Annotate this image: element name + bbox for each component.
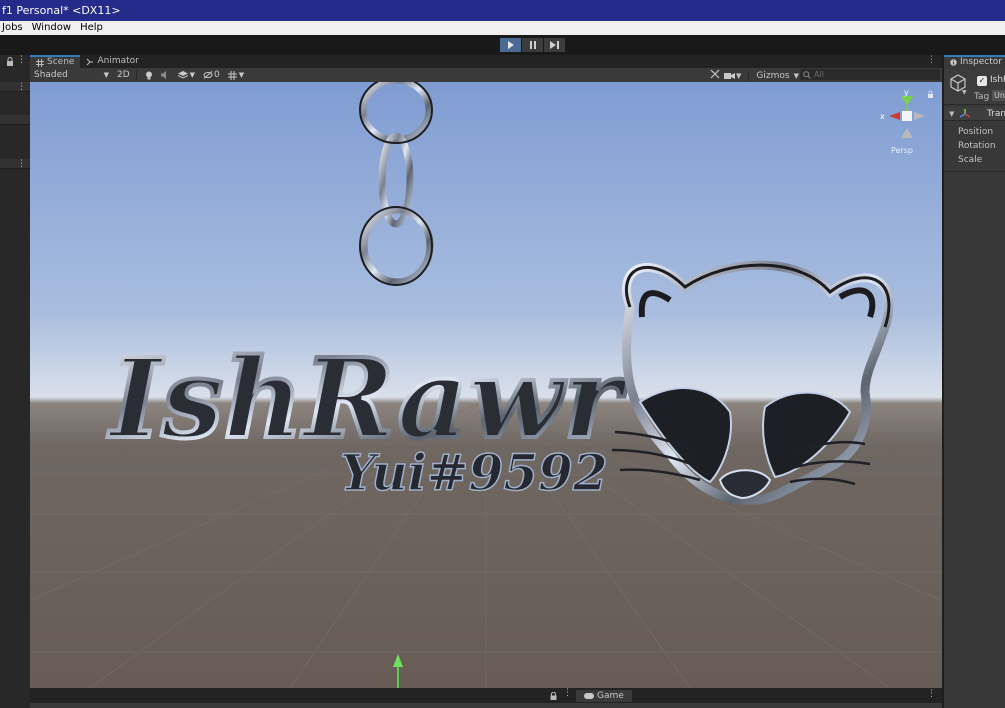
transform-icon	[960, 109, 970, 118]
tab-animator[interactable]: Animator	[80, 55, 144, 68]
tools-icon[interactable]	[710, 69, 720, 82]
lock-icon[interactable]	[550, 690, 557, 703]
play-controls	[500, 38, 565, 52]
grid-icon	[36, 58, 44, 67]
lighting-toggle-button[interactable]	[142, 69, 156, 81]
tag-label: Tag	[974, 92, 990, 102]
tab-animator-label: Animator	[97, 56, 139, 66]
chevron-down-icon: ▼	[793, 71, 799, 80]
camera-icon	[724, 72, 735, 79]
tab-scene-label: Scene	[47, 57, 75, 67]
position-label[interactable]: Position	[958, 127, 993, 137]
scene-tab-bar: Scene Animator ⋮	[30, 55, 942, 68]
tab-inspector[interactable]: Inspector	[944, 55, 1005, 68]
hierarchy-panel: ⋮ ⋮ ⋮	[0, 55, 30, 708]
tab-scene[interactable]: Scene	[30, 55, 81, 68]
chevron-down-icon: ▼	[103, 71, 109, 79]
visibility-toggle-button[interactable]: 0	[200, 69, 223, 81]
inspector-object-header: ▼ ✓ IshR Tag Unt	[944, 69, 1005, 105]
hierarchy-row[interactable]: ⋮	[0, 159, 30, 169]
chevron-down-icon: ▼	[238, 71, 245, 79]
gizmo-x-label: x	[880, 112, 885, 121]
projection-label[interactable]: Persp	[891, 146, 913, 155]
row-menu-icon[interactable]: ⋮	[17, 82, 26, 92]
hierarchy-row[interactable]	[0, 115, 30, 125]
object-name-field[interactable]: IshR	[990, 75, 1005, 85]
grid-icon	[227, 70, 237, 80]
divider	[135, 70, 137, 80]
tab-game-label: Game	[597, 691, 624, 701]
gizmos-label: Gizmos	[756, 70, 790, 81]
bottom-menu-icon[interactable]: ⋮	[563, 688, 572, 698]
hierarchy-row[interactable]: ⋮	[0, 82, 30, 92]
speaker-icon	[160, 71, 166, 79]
toggle-2d-label: 2D	[117, 70, 130, 80]
menu-bar: Jobs Window Help	[0, 21, 1005, 35]
window-title: f1 Personal* <DX11>	[2, 4, 121, 17]
gamepad-icon	[584, 693, 594, 699]
main-toolbar	[0, 35, 1005, 55]
lightbulb-icon	[145, 71, 152, 79]
active-checkbox[interactable]: ✓	[977, 76, 987, 86]
menu-help[interactable]: Help	[77, 21, 109, 35]
scene-panel-menu-icon[interactable]: ⋮	[927, 55, 936, 65]
pause-button[interactable]	[522, 38, 543, 52]
menu-jobs[interactable]: Jobs	[0, 21, 29, 35]
chevron-down-icon: ▼	[736, 71, 742, 80]
camera-dropdown[interactable]: ▼	[724, 72, 741, 80]
layers-icon	[177, 71, 188, 79]
scene-sub-text: Yui#9592	[340, 443, 608, 502]
game-panel-menu-icon[interactable]: ⋮	[927, 689, 936, 699]
gizmos-dropdown[interactable]: Gizmos ▼	[756, 71, 799, 81]
grid-toggle-button[interactable]: ▼	[225, 69, 247, 81]
transform-label: Trans	[987, 109, 1005, 119]
play-button[interactable]	[500, 38, 521, 52]
scene-search-input[interactable]: All	[800, 69, 940, 80]
menu-window[interactable]: Window	[29, 21, 77, 35]
gizmo-center-cube[interactable]	[902, 111, 912, 121]
transform-component-header[interactable]: ▼ Trans	[944, 107, 1005, 121]
panel-menu-icon[interactable]: ⋮	[17, 55, 26, 65]
shading-mode-label: Shaded	[34, 70, 68, 80]
play-icon	[507, 41, 514, 49]
scene-viewport[interactable]: IshRawr Yui#9592 x y Persp	[30, 82, 942, 688]
animator-icon	[87, 58, 94, 65]
scene-view-toolbar: Shaded ▼ 2D ▼ 0 ▼ ▼ Gizmos ▼ All	[30, 68, 942, 82]
chevron-down-icon[interactable]: ▼	[949, 107, 954, 121]
chevron-down-icon: ▼	[189, 71, 196, 79]
tag-dropdown[interactable]: Unt	[992, 90, 1005, 101]
toggle-2d-button[interactable]: 2D	[114, 69, 133, 81]
gizmo-y-label: y	[904, 88, 909, 97]
info-icon	[950, 59, 957, 66]
bottom-panel-bar: ⋮ Game ⋮	[30, 688, 942, 708]
effects-dropdown[interactable]: ▼	[175, 69, 198, 81]
scene-tools-right: ▼ Gizmos ▼	[710, 69, 799, 82]
scene-render: IshRawr Yui#9592 x y Persp	[30, 82, 942, 688]
divider	[748, 70, 750, 81]
rotation-label[interactable]: Rotation	[958, 141, 996, 151]
pause-icon	[529, 41, 536, 49]
divider	[944, 171, 1005, 172]
game-toolbar-strip	[30, 703, 942, 708]
chevron-down-icon[interactable]: ▼	[962, 89, 967, 96]
search-icon	[803, 70, 811, 79]
search-placeholder: All	[814, 70, 824, 79]
shading-mode-dropdown[interactable]: Shaded ▼	[30, 69, 112, 81]
lock-icon[interactable]	[6, 56, 14, 69]
inspector-tab-label: Inspector	[960, 57, 1002, 67]
scale-label[interactable]: Scale	[958, 155, 982, 165]
window-title-bar: f1 Personal* <DX11>	[0, 0, 1005, 21]
step-button[interactable]	[544, 38, 565, 52]
tab-game[interactable]: Game	[576, 690, 632, 702]
row-menu-icon[interactable]: ⋮	[17, 159, 26, 169]
eye-slash-icon	[203, 71, 213, 79]
fx-count: 0	[214, 70, 220, 80]
audio-toggle-button[interactable]	[158, 69, 173, 81]
inspector-panel: Inspector ▼ ✓ IshR Tag Unt ▼ Trans Posit…	[942, 55, 1005, 708]
step-icon	[550, 41, 559, 49]
